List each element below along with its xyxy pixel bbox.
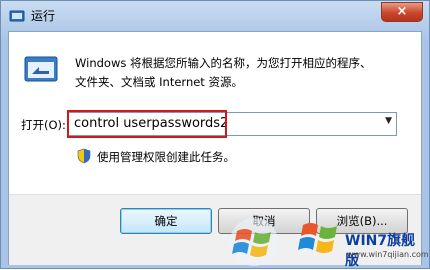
open-label: 打开(O): [21,118,66,132]
run-program-icon [24,56,58,82]
uac-shield-icon [77,148,91,164]
windows-logo-watermark-icon [230,218,278,266]
watermark-url: www.win7qijian.com [347,250,429,259]
description-line-2: 文件夹、文档或 Internet 资源。 [75,75,243,89]
red-highlight-box [67,110,227,138]
windows-logo-icon [298,223,337,253]
title-bar[interactable]: 运行 × [1,1,429,31]
run-dialog-window: 运行 × Windows 将根据您所输入的名称，为您打开相应的程序、 文件夹、文… [0,0,430,269]
dialog-description: Windows 将根据您所输入的名称，为您打开相应的程序、 文件夹、文档或 In… [75,54,405,92]
ok-button[interactable]: 确定 [120,208,212,234]
close-button[interactable]: × [381,2,423,22]
window-title: 运行 [31,9,56,23]
admin-note: 使用管理权限创建此任务。 [97,150,235,164]
description-line-1: Windows 将根据您所输入的名称，为您打开相应的程序、 [75,56,372,70]
close-icon: × [396,4,408,19]
dropdown-arrow-icon[interactable]: ▼ [385,116,392,126]
run-app-icon [9,10,25,22]
